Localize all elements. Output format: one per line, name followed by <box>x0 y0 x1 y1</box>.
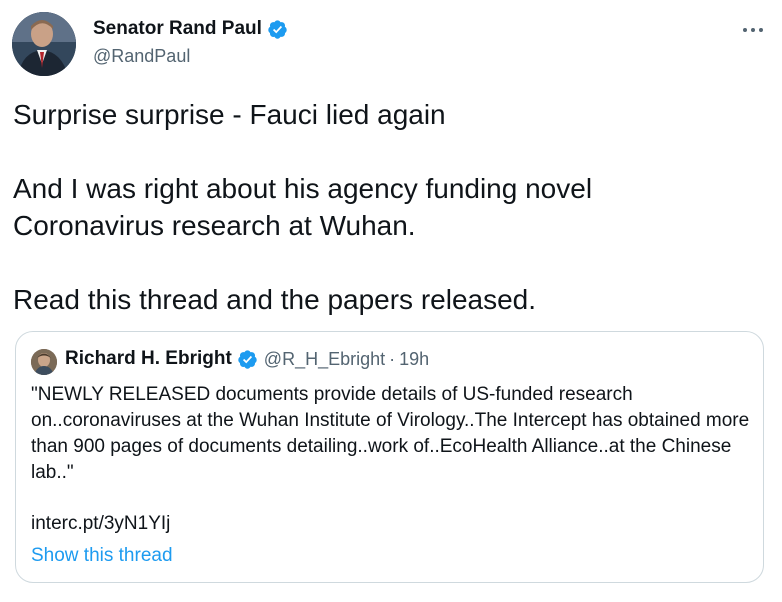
show-thread-link[interactable]: Show this thread <box>31 543 173 569</box>
tweet-card: Senator Rand Paul @RandPaul Surprise sur… <box>0 0 782 602</box>
quoted-author-name: Richard H. Ebright <box>65 348 232 369</box>
verified-badge-icon <box>238 349 257 369</box>
quoted-timestamp: 19h <box>399 348 430 369</box>
tweet-line: And I was right about his agency funding… <box>13 173 593 241</box>
more-dot-icon <box>751 28 755 32</box>
quoted-header: Richard H. Ebright @R_H_Ebright · 19h <box>65 348 429 370</box>
author-handle[interactable]: @RandPaul <box>93 46 190 67</box>
tweet-line: Surprise surprise - Fauci lied again <box>13 99 446 130</box>
author-name[interactable]: Senator Rand Paul <box>93 18 262 40</box>
tweet-text: Surprise surprise - Fauci lied again And… <box>13 96 763 318</box>
separator-dot: · <box>389 348 396 369</box>
more-options-button[interactable] <box>736 18 770 42</box>
author-name-row: Senator Rand Paul <box>93 18 288 40</box>
quoted-text: "NEWLY RELEASED documents provide detail… <box>31 382 751 486</box>
quoted-tweet[interactable]: Richard H. Ebright @R_H_Ebright · 19h "N… <box>15 331 764 583</box>
verified-badge-icon <box>268 19 287 39</box>
quoted-link[interactable]: interc.pt/3yN1YIj <box>31 511 170 537</box>
quoted-author-handle: @R_H_Ebright <box>263 348 386 369</box>
tweet-line: Read this thread and the papers released… <box>13 284 537 315</box>
quoted-text-body: "NEWLY RELEASED documents provide detail… <box>31 384 750 483</box>
author-avatar[interactable] <box>12 12 76 76</box>
more-dot-icon <box>743 28 747 32</box>
quoted-author-avatar <box>31 349 57 375</box>
more-dot-icon <box>759 28 763 32</box>
